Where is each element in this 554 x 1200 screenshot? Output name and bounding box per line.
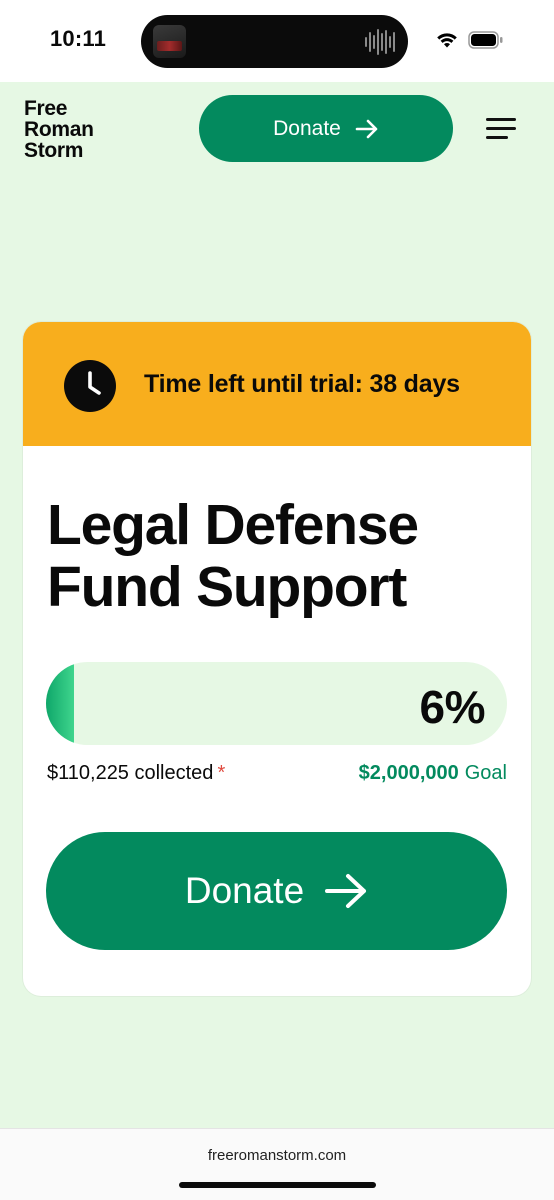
trial-countdown-banner: Time left until trial: 38 days bbox=[23, 322, 531, 446]
card-donate-label: Donate bbox=[184, 870, 305, 911]
arrow-right-icon bbox=[325, 874, 367, 908]
logo-line: Free bbox=[24, 97, 68, 120]
status-bar: 10:11 bbox=[0, 0, 554, 82]
goal-label: Goal bbox=[464, 762, 507, 784]
status-time: 10:11 bbox=[50, 26, 107, 51]
fundraising-goal: $2,000,000 Goal bbox=[359, 762, 507, 785]
dynamic-island[interactable] bbox=[141, 15, 408, 68]
amount-collected-text: $110,225 collected bbox=[47, 762, 214, 784]
arrow-right-icon bbox=[355, 119, 378, 138]
hamburger-menu-icon[interactable] bbox=[486, 118, 516, 140]
site-logo[interactable]: Free Roman Storm bbox=[24, 98, 94, 161]
home-indicator[interactable] bbox=[179, 1182, 376, 1188]
logo-line: Storm bbox=[24, 139, 84, 162]
battery-icon bbox=[468, 31, 503, 49]
donation-card: Time left until trial: 38 days Legal Def… bbox=[23, 322, 531, 996]
browser-address-bar[interactable]: freeromanstorm.com bbox=[0, 1128, 554, 1200]
funding-progress-percent: 6% bbox=[419, 681, 486, 733]
now-playing-artwork bbox=[153, 25, 186, 58]
logo-line: Roman bbox=[24, 118, 94, 141]
footnote-asterisk[interactable]: * bbox=[217, 762, 225, 784]
header-donate-button[interactable]: Donate bbox=[199, 95, 453, 162]
card-donate-button[interactable]: Donate bbox=[46, 832, 507, 950]
funding-progress-bar: 6% bbox=[46, 662, 507, 745]
goal-amount: $2,000,000 bbox=[358, 762, 459, 784]
url-text[interactable]: freeromanstorm.com bbox=[0, 1147, 554, 1164]
header-donate-label: Donate bbox=[273, 116, 341, 140]
site-header: Free Roman Storm Donate bbox=[0, 82, 554, 174]
clock-icon bbox=[64, 360, 116, 412]
trial-countdown-text: Time left until trial: 38 days bbox=[144, 370, 460, 398]
card-title: Legal Defense Fund Support bbox=[47, 493, 419, 619]
funding-progress-fill bbox=[46, 662, 74, 745]
wifi-icon bbox=[437, 33, 457, 48]
audio-waveform-icon bbox=[365, 28, 395, 55]
amount-collected: $110,225 collected * bbox=[47, 762, 225, 785]
